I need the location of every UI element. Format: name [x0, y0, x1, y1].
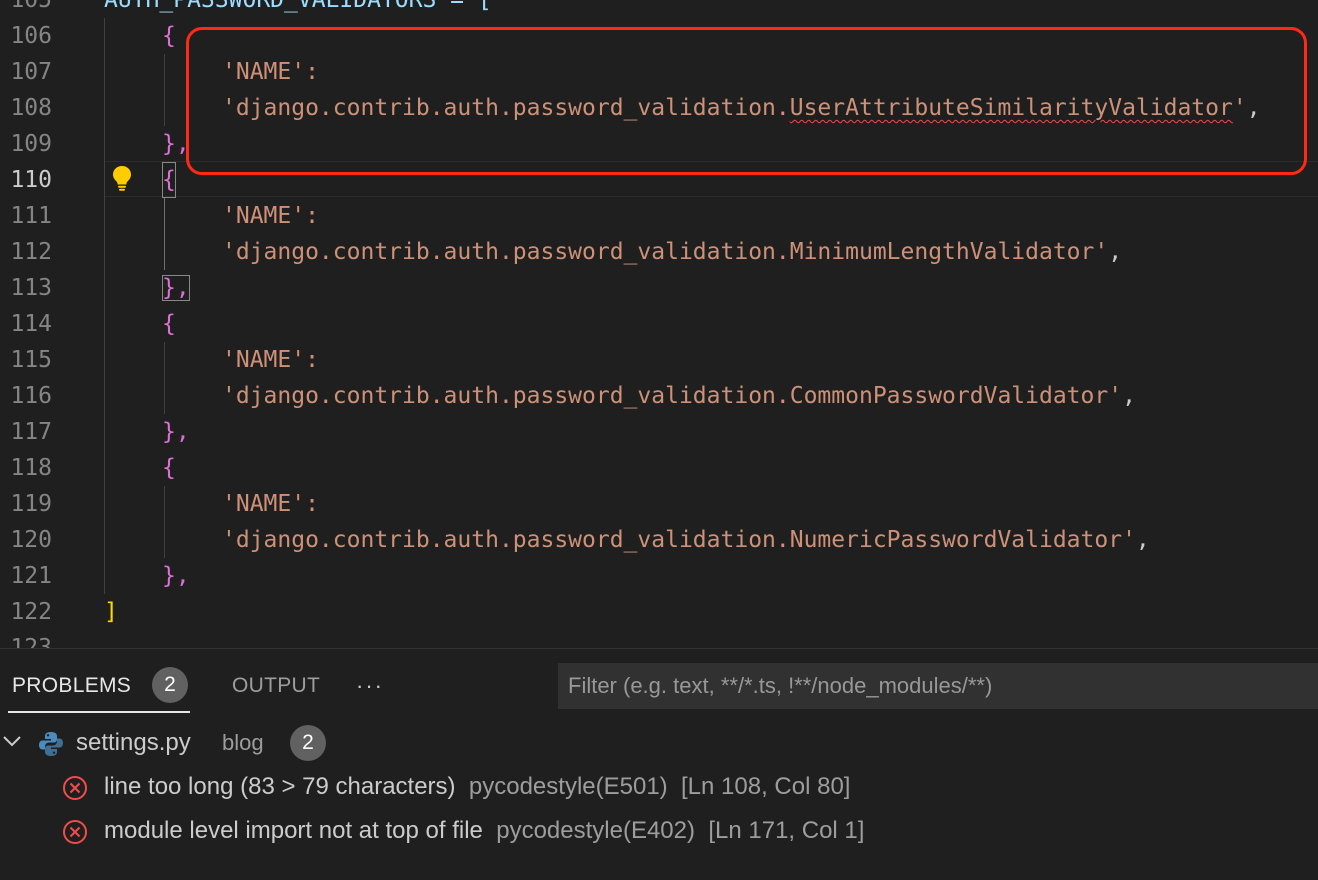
code-text: AUTH_PASSWORD_VALIDATORS = [: [104, 0, 492, 13]
string-literal: 'django.contrib.auth.password_validation…: [222, 383, 1123, 409]
string-literal: 'django.contrib.auth.password_validation…: [222, 527, 1136, 553]
line-number: 111: [10, 203, 52, 229]
error-icon: [63, 820, 87, 844]
comma: ,: [1108, 239, 1123, 265]
code-line[interactable]: 120 'django.contrib.auth.password_valida…: [0, 522, 1318, 558]
code-line[interactable]: 118 {: [0, 450, 1318, 486]
filter-placeholder: Filter (e.g. text, **/*.ts, !**/node_mod…: [568, 673, 993, 698]
more-actions-icon[interactable]: ···: [356, 671, 384, 701]
line-number: 107: [10, 59, 52, 85]
open-brace: {: [162, 311, 176, 337]
code-line[interactable]: 121 },: [0, 558, 1318, 594]
code-line[interactable]: 112 'django.contrib.auth.password_valida…: [0, 234, 1318, 270]
file-folder: blog: [222, 730, 264, 755]
dict-key: 'NAME':: [222, 203, 319, 229]
close-bracket: ]: [104, 599, 118, 625]
code-line[interactable]: 113 },: [0, 270, 1318, 306]
open-brace-matched: {: [162, 162, 176, 198]
open-brace: {: [162, 455, 176, 481]
line-number: 106: [10, 23, 52, 49]
close-brace: },: [162, 419, 190, 445]
dict-key: 'NAME':: [222, 347, 319, 373]
line-number: 115: [10, 347, 52, 373]
open-brace: {: [162, 23, 176, 49]
error-icon: [63, 776, 87, 800]
line-number: 113: [10, 275, 52, 301]
code-line[interactable]: 117 },: [0, 414, 1318, 450]
problem-message: module level import not at top of file: [104, 817, 483, 844]
code-editor[interactable]: 105 AUTH_PASSWORD_VALIDATORS = [ 106 { 1…: [0, 0, 1318, 648]
problems-count-badge: 2: [152, 667, 188, 703]
line-number: 121: [10, 563, 52, 589]
problems-filter-input[interactable]: Filter (e.g. text, **/*.ts, !**/node_mod…: [558, 663, 1318, 709]
problem-text: module level import not at top of file p…: [104, 811, 864, 851]
code-line[interactable]: 123: [0, 630, 1318, 648]
problem-source: pycodestyle(E501): [468, 773, 668, 800]
problem-text: line too long (83 > 79 characters) pycod…: [104, 767, 850, 807]
code-line[interactable]: 115 'NAME':: [0, 342, 1318, 378]
comma: ,: [1122, 383, 1136, 409]
code-text: 'django.contrib.auth.password_validation…: [222, 378, 1136, 414]
code-text: 'NAME':: [222, 198, 319, 234]
line-number: 118: [10, 455, 52, 481]
line-number: 116: [10, 383, 52, 409]
code-text: 'django.contrib.auth.password_validation…: [222, 234, 1122, 270]
problem-source: pycodestyle(E402): [496, 817, 695, 844]
problem-message: line too long (83 > 79 characters): [104, 773, 456, 800]
line-number: 112: [10, 239, 52, 265]
code-line[interactable]: 114 {: [0, 306, 1318, 342]
chevron-down-icon[interactable]: [0, 729, 24, 753]
comma: ,: [1135, 527, 1150, 553]
line-number: 123: [10, 635, 52, 648]
line-number: 114: [10, 311, 52, 337]
line-number: 110: [10, 167, 52, 193]
close-brace: },: [162, 563, 190, 589]
line-number: 122: [10, 599, 52, 625]
file-group-row[interactable]: settings.py blog 2: [0, 723, 1318, 763]
tab-problems[interactable]: PROBLEMS: [12, 671, 131, 701]
code-line[interactable]: 122 ]: [0, 594, 1318, 630]
line-number: 120: [10, 527, 52, 553]
line-number: 109: [10, 131, 52, 157]
close-brace-matched: },: [162, 270, 190, 306]
line-number: 105: [10, 0, 52, 13]
tab-output[interactable]: OUTPUT: [232, 671, 320, 701]
lightbulb-icon[interactable]: [110, 164, 134, 192]
bracket-match: },: [162, 275, 190, 301]
code-line[interactable]: 116 'django.contrib.auth.password_valida…: [0, 378, 1318, 414]
line-number: 119: [10, 491, 52, 517]
problem-location: [Ln 108, Col 80]: [681, 773, 851, 800]
code-text: 'django.contrib.auth.password_validation…: [222, 522, 1150, 558]
line-number: 108: [10, 95, 52, 121]
line-number: 117: [10, 419, 52, 445]
code-line[interactable]: 119 'NAME':: [0, 486, 1318, 522]
string-literal: 'django.contrib.auth.password_validation…: [222, 239, 1109, 265]
file-problem-count-badge: 2: [290, 725, 326, 761]
file-name: settings.py: [76, 729, 191, 756]
code-text: 'NAME':: [222, 342, 319, 378]
problem-row[interactable]: module level import not at top of file p…: [0, 811, 1318, 851]
problems-panel: PROBLEMS 2 OUTPUT ··· Filter (e.g. text,…: [0, 648, 1318, 880]
dict-key: 'NAME':: [222, 491, 319, 517]
active-tab-indicator: [8, 711, 190, 713]
highlight-annotation-box: [186, 27, 1307, 175]
code-line[interactable]: 111 'NAME':: [0, 198, 1318, 234]
code-text: 'NAME':: [222, 486, 319, 522]
problem-row[interactable]: line too long (83 > 79 characters) pycod…: [0, 767, 1318, 807]
code-line[interactable]: 105 AUTH_PASSWORD_VALIDATORS = [: [0, 0, 1318, 18]
python-file-icon: [39, 732, 63, 756]
problem-location: [Ln 171, Col 1]: [708, 817, 865, 844]
